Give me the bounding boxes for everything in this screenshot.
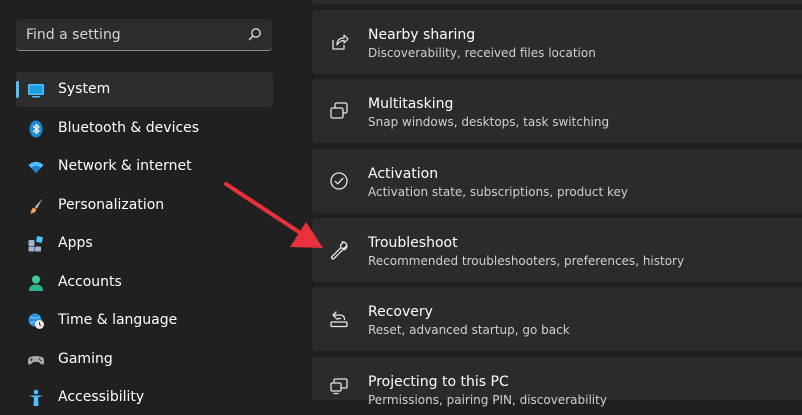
wrench-icon [330,241,348,260]
setting-subtitle: Permissions, pairing PIN, discoverabilit… [368,393,607,407]
multitasking-icon [330,102,348,119]
gamepad-icon [27,356,45,365]
setting-title: Multitasking [368,96,454,112]
recovery-icon [330,311,348,328]
sidebar-item-label: System [58,81,111,97]
accessibility-icon [29,389,43,406]
paintbrush-icon [30,198,43,214]
sidebar-item-label: Bluetooth & devices [58,120,200,136]
monitor-icon [28,84,44,98]
setting-title: Troubleshoot [368,235,458,251]
globe-clock-icon [28,313,44,329]
setting-title: Nearby sharing [368,27,476,43]
setting-subtitle: Recommended troubleshooters, preferences… [368,254,685,268]
setting-subtitle: Activation state, subscriptions, product… [368,185,628,199]
apps-icon [28,236,43,252]
setting-title: Projecting to this PC [368,374,509,390]
setting-troubleshoot[interactable]: Troubleshoot Recommended troubleshooters… [312,218,802,282]
setting-activation[interactable]: Activation Activation state, subscriptio… [312,149,802,213]
sidebar-item-accessibility[interactable]: Accessibility [16,380,273,415]
sidebar-item-system[interactable]: System [16,72,273,107]
sidebar-item-bluetooth[interactable]: Bluetooth & devices [16,111,273,146]
setting-title: Recovery [368,304,433,320]
setting-subtitle: Snap windows, desktops, task switching [368,115,610,129]
setting-title: Activation [368,166,439,182]
sidebar-item-time-language[interactable]: Time & language [16,303,273,338]
sidebar-item-accounts[interactable]: Accounts [16,265,273,300]
sidebar-item-label: Gaming [58,351,113,367]
selection-indicator [16,81,19,98]
setting-subtitle: Discoverability, received files location [368,46,596,60]
red-arrow-annotation [224,182,323,248]
setting-nearby-sharing[interactable]: Nearby sharing Discoverability, received… [312,10,802,74]
previous-card-edge [312,0,802,4]
sidebar-item-label: Network & internet [58,158,192,174]
sidebar-item-label: Time & language [58,312,178,328]
projecting-icon [330,378,348,395]
bluetooth-icon [29,120,43,138]
sidebar-item-label: Accessibility [58,389,145,405]
search-icon[interactable] [248,27,262,41]
setting-multitasking[interactable]: Multitasking Snap windows, desktops, tas… [312,79,802,143]
setting-subtitle: Reset, advanced startup, go back [368,323,570,337]
setting-projecting[interactable]: Projecting to this PC Permissions, pairi… [312,357,802,407]
sidebar-item-label: Personalization [58,197,165,213]
wifi-icon [28,161,44,173]
person-icon [29,275,43,291]
search-input[interactable] [16,19,248,51]
sidebar-item-label: Apps [58,235,93,251]
sidebar-item-label: Accounts [58,274,122,290]
sidebar-item-gaming[interactable]: Gaming [16,342,273,377]
search-box[interactable] [16,19,272,51]
share-icon [332,34,349,50]
setting-recovery[interactable]: Recovery Reset, advanced startup, go bac… [312,287,802,351]
checkmark-circle-icon [330,172,348,190]
